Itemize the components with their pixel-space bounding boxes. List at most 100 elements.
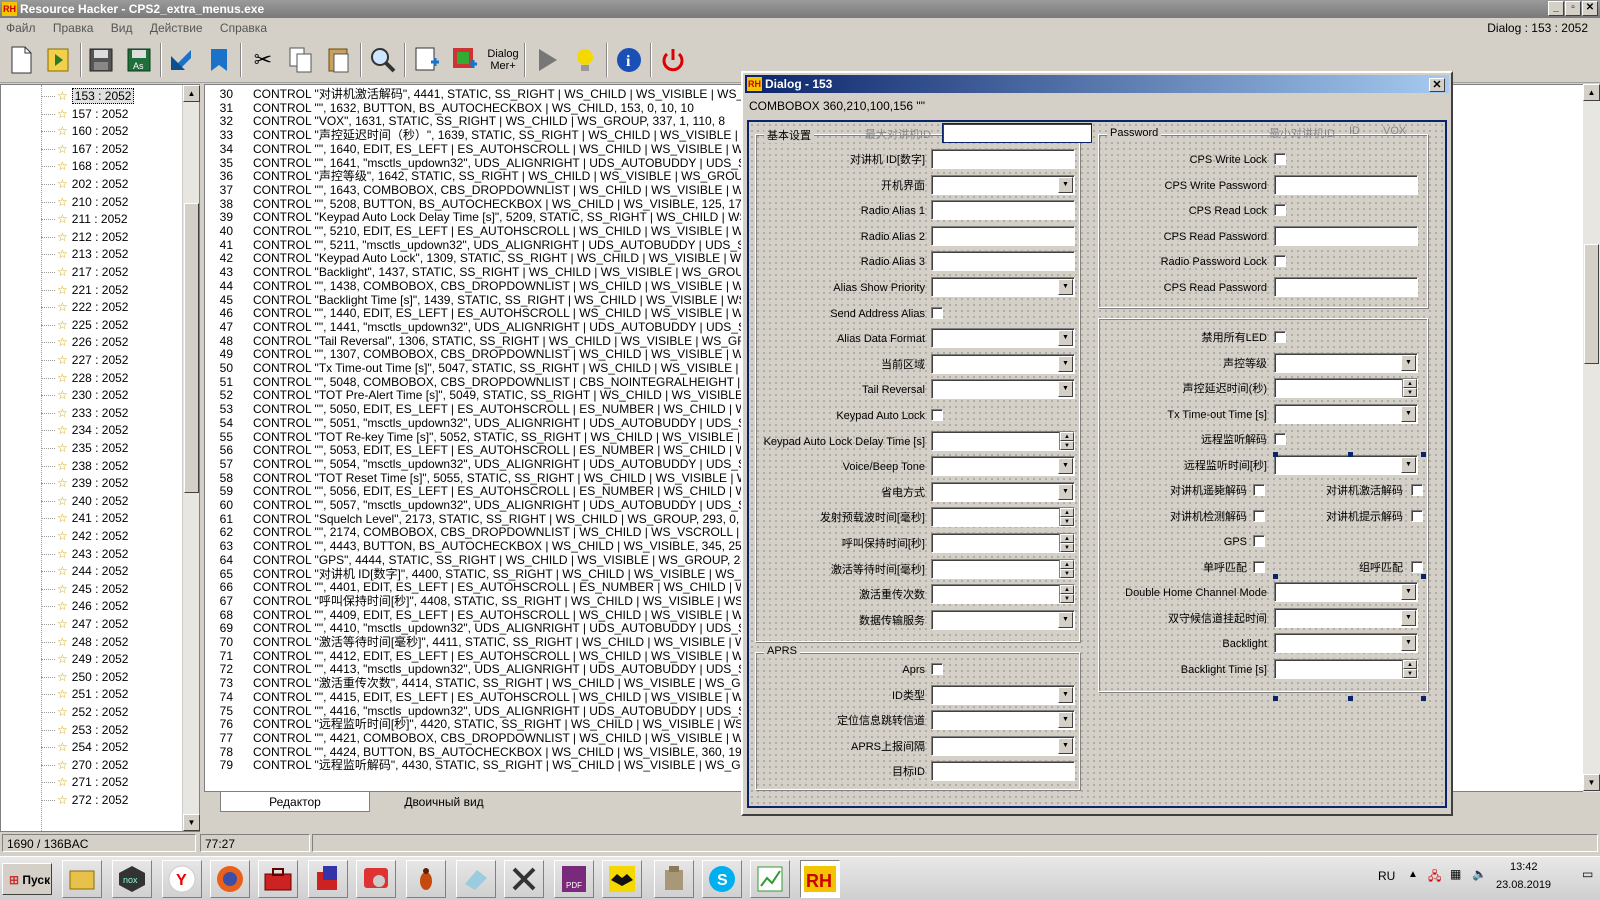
code-line[interactable]: CONTROL "Backlight", 1437, STATIC, SS_RI…: [253, 265, 777, 279]
code-line[interactable]: CONTROL "TOT Pre-Alert Time [s]", 5049, …: [253, 388, 823, 402]
spin-field[interactable]: ▲ ▼: [931, 584, 1075, 605]
show-desktop-icon[interactable]: ▭: [1582, 867, 1593, 881]
dropdown-field[interactable]: ▼: [1274, 454, 1418, 475]
dropdown-field[interactable]: ▼: [1274, 582, 1418, 602]
dropdown-field[interactable]: ▼: [1274, 607, 1418, 628]
tree-item[interactable]: ☆ 245 : 2052: [57, 580, 128, 598]
tree-item[interactable]: ☆ 251 : 2052: [57, 685, 128, 703]
tree-item[interactable]: ☆ 202 : 2052: [57, 175, 128, 193]
dropdown-field[interactable]: ▼: [931, 353, 1075, 374]
resize-handle[interactable]: [1348, 696, 1353, 701]
checkbox[interactable]: [1253, 560, 1265, 573]
dialog-preview-window[interactable]: RH Dialog - 153 ✕ COMBOBOX 360,210,100,1…: [741, 71, 1453, 816]
skype-icon[interactable]: S: [702, 860, 742, 898]
code-line[interactable]: CONTROL "", 2174, COMBOBOX, CBS_DROPDOWN…: [253, 525, 823, 539]
tree-item[interactable]: ☆ 227 : 2052: [57, 351, 128, 369]
resize-handle[interactable]: [1421, 574, 1426, 579]
code-line[interactable]: CONTROL "", 5210, EDIT, ES_LEFT | ES_AUT…: [253, 224, 809, 238]
tab-editor[interactable]: Редактор: [220, 792, 370, 812]
scroll-down-icon[interactable]: ▼: [183, 814, 200, 831]
code-line[interactable]: CONTROL "", 4415, EDIT, ES_LEFT | ES_AUT…: [253, 690, 809, 704]
dropdown-field[interactable]: ▼: [931, 735, 1075, 756]
copy-icon[interactable]: [284, 43, 318, 77]
spin-down-icon[interactable]: ▼: [1060, 594, 1074, 604]
checkbox[interactable]: [931, 306, 943, 319]
tab-binary-view[interactable]: Двоичный вид: [374, 792, 514, 812]
spin-down-icon[interactable]: ▼: [1060, 517, 1074, 527]
spin-up-icon[interactable]: ▲: [1060, 534, 1074, 543]
code-line[interactable]: CONTROL "", 4410, "msctls_updown32", UDS…: [253, 621, 823, 635]
text-field[interactable]: [931, 149, 1075, 169]
tree-item[interactable]: ☆ 272 : 2052: [57, 791, 128, 809]
code-line[interactable]: CONTROL "激活重传次数", 4414, STATIC, SS_RIGHT…: [253, 676, 775, 690]
close-button[interactable]: ✕: [1582, 1, 1598, 16]
text-field[interactable]: [931, 200, 1075, 221]
archive-icon[interactable]: [654, 860, 694, 898]
code-line[interactable]: CONTROL "对讲机 ID[数字]", 4400, STATIC, SS_R…: [253, 567, 785, 581]
text-field[interactable]: [1274, 225, 1418, 246]
code-line[interactable]: CONTROL "VOX", 1631, STATIC, SS_RIGHT | …: [253, 114, 725, 128]
code-line[interactable]: CONTROL "声控延迟时间（秒）", 1639, STATIC, SS_RI…: [253, 128, 811, 142]
tree-item[interactable]: ☆ 239 : 2052: [57, 474, 128, 492]
spin-down-icon[interactable]: ▼: [1403, 668, 1417, 678]
code-line[interactable]: CONTROL "", 4413, "msctls_updown32", UDS…: [253, 662, 823, 676]
resize-handle[interactable]: [1421, 696, 1426, 701]
spinner[interactable]: ▲ ▼: [1059, 508, 1074, 527]
tree-item[interactable]: ☆ 160 : 2052: [57, 122, 128, 140]
firefox-icon[interactable]: [210, 860, 250, 898]
menu-file[interactable]: Файл: [6, 21, 36, 35]
power-icon[interactable]: [656, 43, 690, 77]
dropdown-field[interactable]: ▼: [931, 277, 1075, 297]
tree-item[interactable]: ☆ 248 : 2052: [57, 633, 128, 651]
tree-item[interactable]: ☆ 230 : 2052: [57, 386, 128, 404]
editor-scroll-thumb[interactable]: [1584, 244, 1599, 364]
tree-item[interactable]: ☆ 241 : 2052: [57, 509, 128, 527]
tree-item[interactable]: ☆ 247 : 2052: [57, 615, 128, 633]
dropdown-field[interactable]: ▼: [931, 684, 1075, 705]
code-line[interactable]: CONTROL "", 4412, EDIT, ES_LEFT | ES_AUT…: [253, 649, 809, 663]
clock-time[interactable]: 13:42: [1510, 861, 1538, 873]
code-line[interactable]: CONTROL "呼叫保持时间[秒]", 4408, STATIC, SS_RI…: [253, 594, 794, 608]
code-line[interactable]: CONTROL "Squelch Level", 2173, STATIC, S…: [253, 512, 769, 526]
menu-action[interactable]: Действие: [150, 21, 203, 35]
checkbox[interactable]: [1411, 484, 1423, 496]
device-icon[interactable]: ▦: [1450, 867, 1461, 881]
resize-handle[interactable]: [1348, 452, 1353, 457]
tree-item[interactable]: ☆ 233 : 2052: [57, 404, 128, 422]
code-line[interactable]: CONTROL "Keypad Auto Lock", 1309, STATIC…: [253, 251, 800, 265]
tree-item[interactable]: ☆ 228 : 2052: [57, 369, 128, 387]
tree-item[interactable]: ☆ 242 : 2052: [57, 527, 128, 545]
save-icon[interactable]: [84, 43, 118, 77]
menu-edit[interactable]: Правка: [53, 21, 94, 35]
open-file-icon[interactable]: [42, 43, 76, 77]
tree-item[interactable]: ☆ 211 : 2052: [57, 210, 128, 228]
code-line[interactable]: CONTROL "远程监听解码", 4430, STATIC, SS_RIGHT…: [253, 758, 775, 772]
pdf-reader-icon[interactable]: PDF: [554, 860, 594, 898]
nox-icon[interactable]: nox: [112, 860, 152, 898]
dialog-close-icon[interactable]: ✕: [1429, 78, 1445, 92]
tree-item[interactable]: ☆ 254 : 2052: [57, 738, 128, 756]
dialog-design-canvas[interactable]: 基本设置 APRS Password 最大对讲机ID 最小对讲机ID ID VOX 对讲机 I…: [747, 120, 1447, 808]
code-line[interactable]: CONTROL "", 4416, "msctls_updown32", UDS…: [253, 704, 823, 718]
spin-field[interactable]: ▲ ▼: [931, 507, 1075, 528]
text-field[interactable]: [1274, 174, 1418, 195]
text-field[interactable]: [1274, 277, 1418, 297]
scroll-up-icon[interactable]: ▲: [183, 85, 200, 102]
tree-item[interactable]: ☆ 250 : 2052: [57, 668, 128, 686]
spin-up-icon[interactable]: ▲: [1403, 379, 1417, 388]
code-line[interactable]: CONTROL "", 4424, BUTTON, BS_AUTOCHECKBO…: [253, 745, 788, 759]
volume-icon[interactable]: 🔈: [1472, 867, 1487, 881]
resource-hacker-task-icon[interactable]: RH: [800, 860, 840, 898]
yandex-browser-icon[interactable]: Y: [162, 860, 202, 898]
code-line[interactable]: CONTROL "", 5056, EDIT, ES_LEFT | ES_AUT…: [253, 484, 807, 498]
spin-up-icon[interactable]: ▲: [1060, 559, 1074, 569]
spin-up-icon[interactable]: ▲: [1060, 508, 1074, 518]
tree-scroll-thumb[interactable]: [184, 203, 199, 493]
spin-up-icon[interactable]: ▲: [1060, 585, 1074, 595]
code-line[interactable]: CONTROL "", 5208, BUTTON, BS_AUTOCHECKBO…: [253, 197, 788, 211]
language-indicator[interactable]: RU: [1378, 869, 1395, 883]
tree-item[interactable]: ☆ 153 : 2052: [57, 87, 135, 105]
code-line[interactable]: CONTROL "", 1440, EDIT, ES_LEFT | ES_AUT…: [253, 306, 809, 320]
code-line[interactable]: CONTROL "", 4409, EDIT, ES_LEFT | ES_AUT…: [253, 608, 809, 622]
text-field[interactable]: [931, 761, 1075, 781]
